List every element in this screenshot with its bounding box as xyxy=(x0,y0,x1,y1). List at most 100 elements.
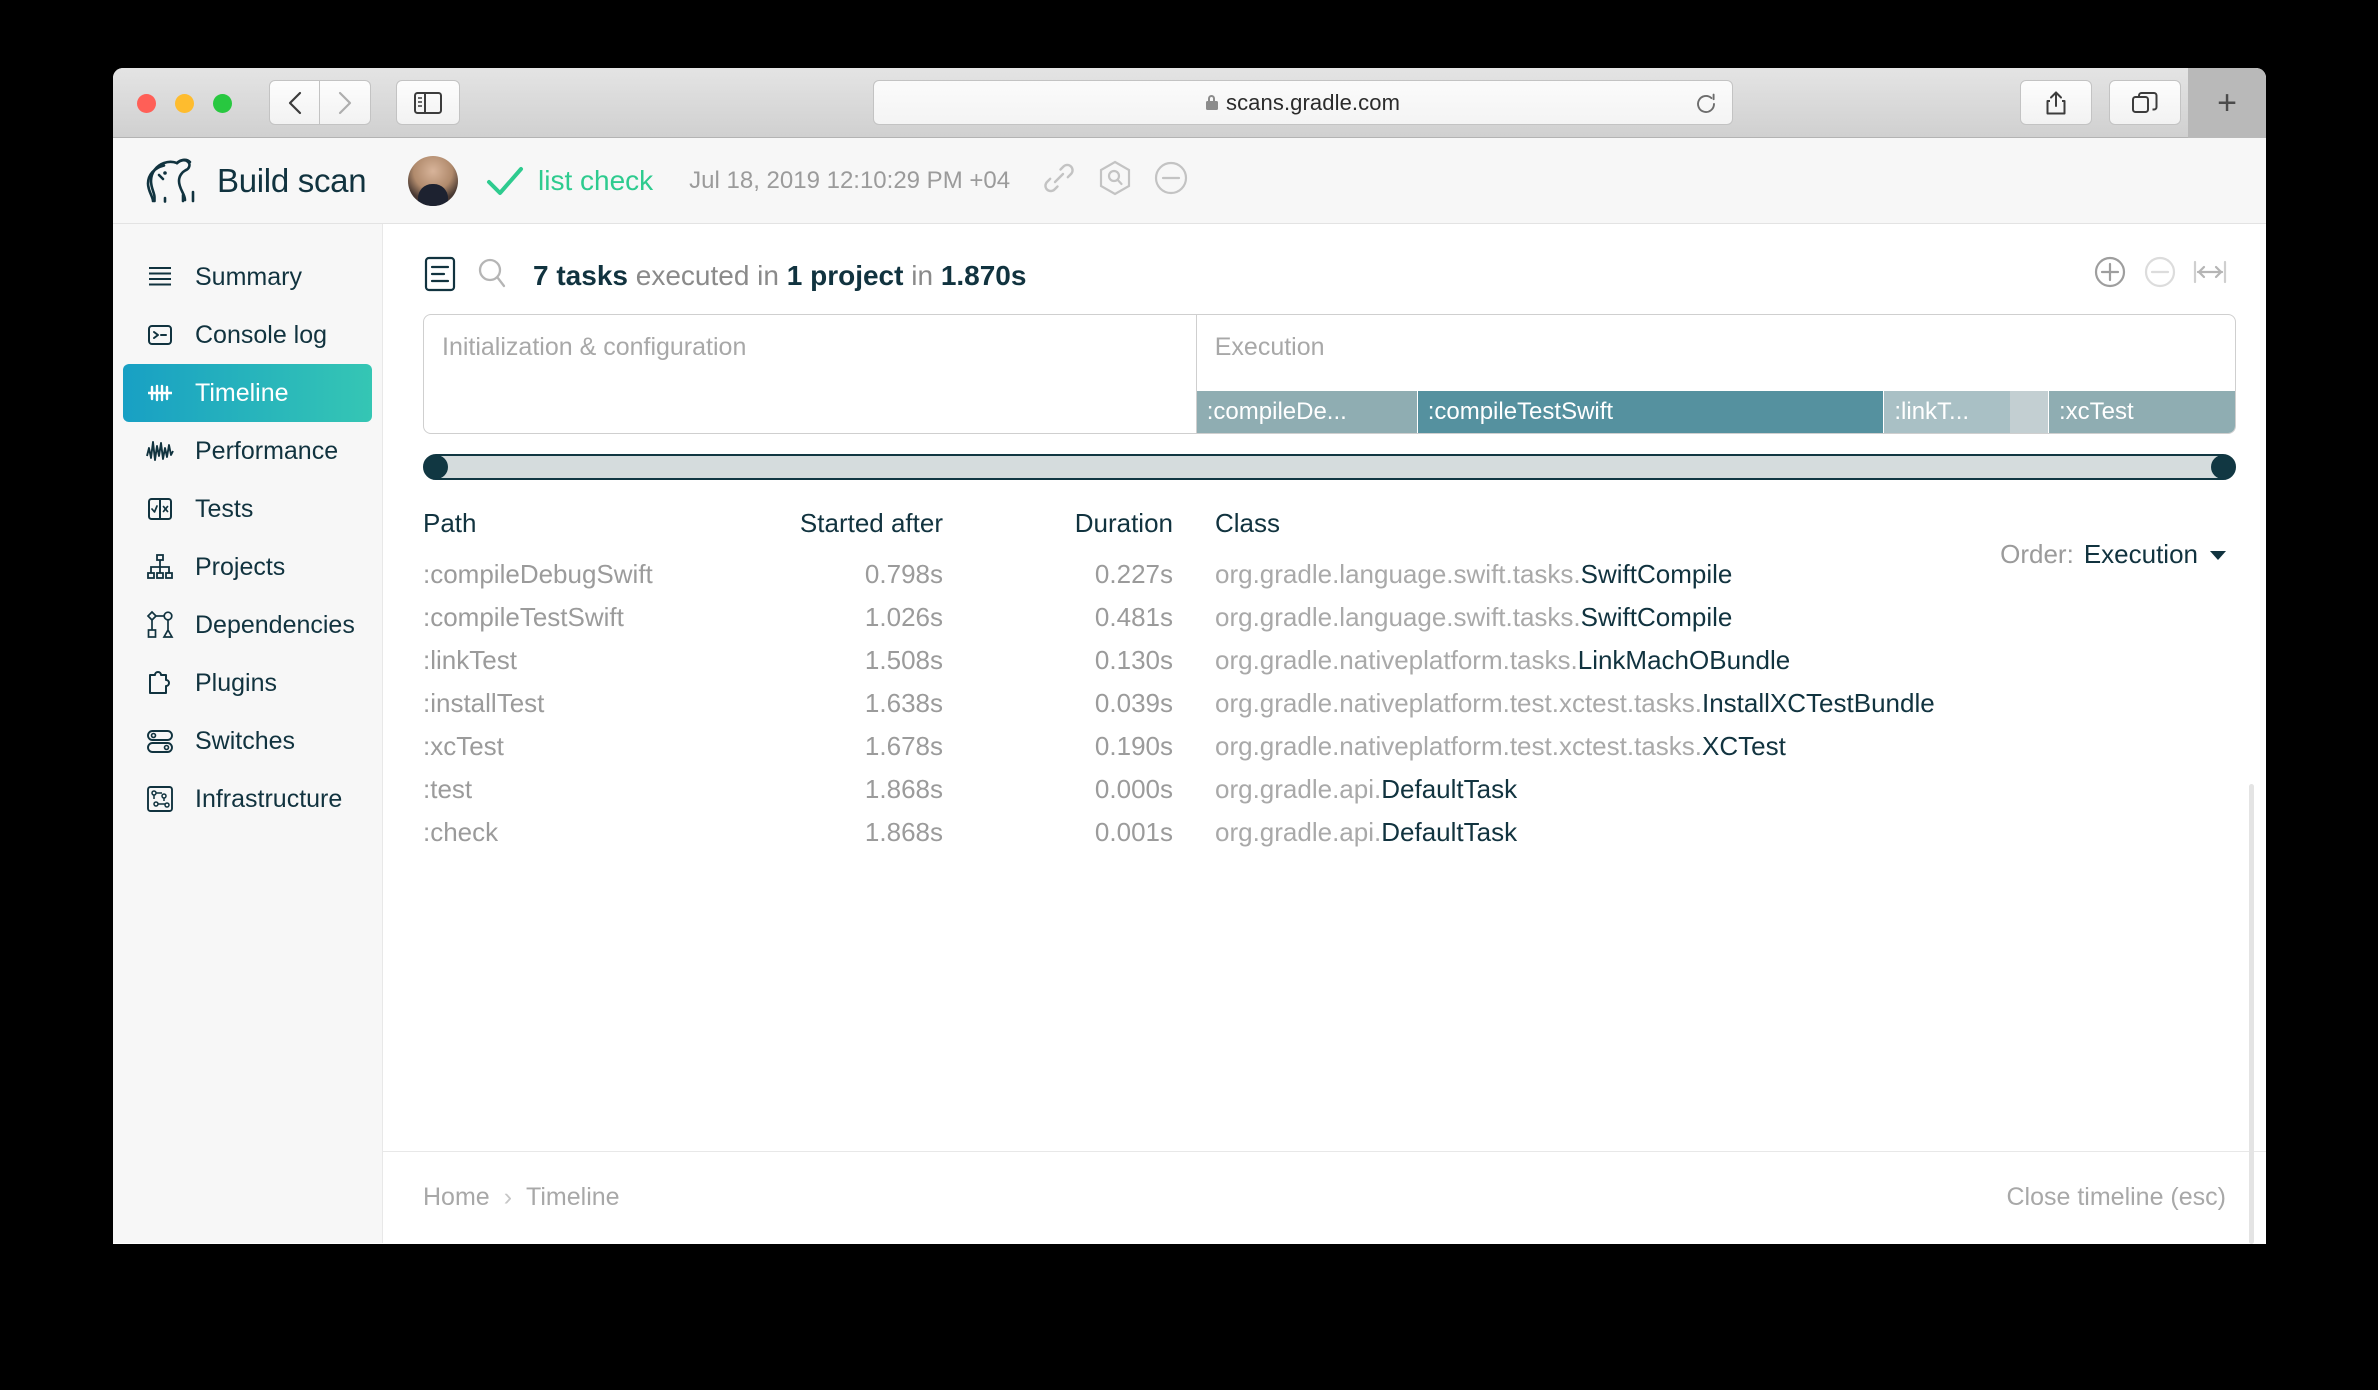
cell-path: :installTest xyxy=(423,688,545,718)
order-control[interactable]: Order: Execution xyxy=(2000,539,2228,570)
timeline-bar-label: :compileDe... xyxy=(1206,398,1347,425)
avatar[interactable] xyxy=(408,155,458,206)
build-scan-logo[interactable]: Build scan xyxy=(113,157,383,205)
table-row[interactable]: :installTest 1.638s 0.039s org.gradle.na… xyxy=(423,682,2236,725)
cell-path: :xcTest xyxy=(423,731,504,761)
timeline-bar[interactable]: :compileDe... xyxy=(1196,391,1417,433)
waveform-icon xyxy=(143,434,177,468)
column-header-path[interactable]: Path xyxy=(423,508,723,553)
maximize-window-button[interactable] xyxy=(213,94,232,113)
sidebar-item-tests[interactable]: Tests xyxy=(123,480,372,538)
breadcrumb: Home › Timeline xyxy=(423,1183,620,1212)
table-row[interactable]: :xcTest 1.678s 0.190s org.gradle.nativep… xyxy=(423,725,2236,768)
zoom-in-button[interactable] xyxy=(2092,254,2128,295)
range-handle-end[interactable] xyxy=(2211,455,2235,479)
sidebar-item-projects[interactable]: Projects xyxy=(123,538,372,596)
back-button[interactable] xyxy=(269,80,320,125)
main-content: 7 tasks executed in 1 project in 1.870s xyxy=(383,224,2266,1244)
timeline-bar[interactable]: :xcTest xyxy=(2049,391,2235,433)
timeline-summary-text: 7 tasks executed in 1 project in 1.870s xyxy=(533,260,1026,292)
range-track[interactable] xyxy=(423,454,2236,480)
cell-started: 1.026s xyxy=(864,602,943,632)
test-split-icon xyxy=(143,492,177,526)
cell-started: 1.868s xyxy=(864,817,943,847)
table-row[interactable]: :compileDebugSwift 0.798s 0.227s org.gra… xyxy=(423,553,2236,596)
cell-duration: 0.190s xyxy=(1094,731,1173,761)
search-icon[interactable] xyxy=(475,256,509,297)
cell-path: :compileDebugSwift xyxy=(423,559,653,589)
timeline-bars: :compileDe... :compileTestSwift :linkT..… xyxy=(424,391,2235,433)
forward-button[interactable] xyxy=(320,80,371,125)
reload-button[interactable] xyxy=(1694,92,1718,121)
timeline-bar[interactable] xyxy=(2010,391,2049,433)
sidebar-item-plugins[interactable]: Plugins xyxy=(123,654,372,712)
scan-tags[interactable]: list check xyxy=(538,165,653,197)
table-row[interactable]: :compileTestSwift 1.026s 0.481s org.grad… xyxy=(423,596,2236,639)
column-header-class[interactable]: Class Order: Execution xyxy=(1173,508,2236,569)
breadcrumb-separator: › xyxy=(503,1183,513,1211)
timeline-chart[interactable]: Initialization & configuration Execution… xyxy=(423,314,2236,434)
timeline-bar[interactable]: :compileTestSwift xyxy=(1417,391,1884,433)
cell-class: org.gradle.nativeplatform.test.xctest.ta… xyxy=(1173,682,2236,725)
sidebar-item-performance[interactable]: Performance xyxy=(123,422,372,480)
sidebar-item-label: Tests xyxy=(195,494,254,523)
sidebar-item-dependencies[interactable]: Dependencies xyxy=(123,596,372,654)
share-button[interactable] xyxy=(2020,80,2092,125)
close-timeline-button[interactable]: Close timeline (esc) xyxy=(2006,1183,2226,1212)
close-window-button[interactable] xyxy=(137,94,156,113)
sidebar-item-label: Console log xyxy=(195,320,328,349)
class-package: org.gradle.language.swift.tasks. xyxy=(1215,559,1581,589)
vertical-scrollbar[interactable] xyxy=(2249,784,2254,1244)
sidebar-item-summary[interactable]: Summary xyxy=(123,248,372,306)
link-button[interactable] xyxy=(1040,159,1078,202)
cell-started: 1.508s xyxy=(864,645,943,675)
cell-duration: 0.227s xyxy=(1094,559,1173,589)
sidebar-item-switches[interactable]: Switches xyxy=(123,712,372,770)
timeline-bar[interactable]: :linkT... xyxy=(1884,391,2011,433)
sidebar-item-console-log[interactable]: Console log xyxy=(123,306,372,364)
minus-circle-button[interactable] xyxy=(1152,159,1190,202)
header-icon-group xyxy=(1040,159,1190,202)
column-header-class-label: Class xyxy=(1215,508,1281,538)
sidebar-item-timeline[interactable]: Timeline xyxy=(123,364,372,422)
zoom-out-icon xyxy=(2144,256,2176,288)
timeline-bar-label: :xcTest xyxy=(2059,398,2134,425)
sidebar-toggle-button[interactable] xyxy=(396,80,460,125)
range-handle-start[interactable] xyxy=(424,455,448,479)
search-hex-button[interactable] xyxy=(1096,159,1134,202)
column-header-duration[interactable]: Duration xyxy=(943,508,1173,553)
column-header-started[interactable]: Started after xyxy=(723,508,943,553)
class-name: SwiftCompile xyxy=(1580,559,1733,589)
circuit-icon xyxy=(143,782,177,816)
show-tabs-button[interactable] xyxy=(2109,80,2181,125)
list-view-icon[interactable] xyxy=(423,255,457,298)
summary-mid-1: executed in xyxy=(627,260,787,291)
breadcrumb-home[interactable]: Home xyxy=(423,1183,490,1212)
cell-duration: 0.130s xyxy=(1094,645,1173,675)
cell-class: org.gradle.language.swift.tasks.SwiftCom… xyxy=(1173,596,2236,639)
fit-width-button[interactable] xyxy=(2192,257,2228,292)
table-row[interactable]: :linkTest 1.508s 0.130s org.gradle.nativ… xyxy=(423,639,2236,682)
zoom-in-icon xyxy=(2094,256,2126,288)
cell-duration: 0.001s xyxy=(1094,817,1173,847)
timeline-range-slider[interactable] xyxy=(423,454,2236,480)
cell-path: :test xyxy=(423,774,473,804)
url-text: scans.gradle.com xyxy=(1225,89,1400,115)
address-bar[interactable]: scans.gradle.com xyxy=(873,80,1733,125)
phase-label: Execution xyxy=(1214,333,1325,361)
new-tab-button[interactable]: + xyxy=(2188,68,2266,138)
order-label: Order: xyxy=(2000,539,2074,569)
table-row[interactable]: :test 1.868s 0.000s org.gradle.api.Defau… xyxy=(423,768,2236,811)
timeline-summary-row: 7 tasks executed in 1 project in 1.870s xyxy=(423,248,2236,304)
show-tabs-icon xyxy=(2132,91,2158,113)
table-row[interactable]: :check 1.868s 0.001s org.gradle.api.Defa… xyxy=(423,811,2236,854)
sidebar-item-infrastructure[interactable]: Infrastructure xyxy=(123,770,372,828)
zoom-out-button[interactable] xyxy=(2142,254,2178,295)
cell-started: 1.868s xyxy=(864,774,943,804)
minimize-window-button[interactable] xyxy=(175,94,194,113)
scan-date: Jul 18, 2019 12:10:29 PM +04 xyxy=(689,166,1011,194)
order-value: Execution xyxy=(2083,539,2198,569)
cell-path: :check xyxy=(423,817,499,847)
timeline-bar-label: :compileTestSwift xyxy=(1427,398,1614,425)
breadcrumb-timeline[interactable]: Timeline xyxy=(526,1183,620,1212)
